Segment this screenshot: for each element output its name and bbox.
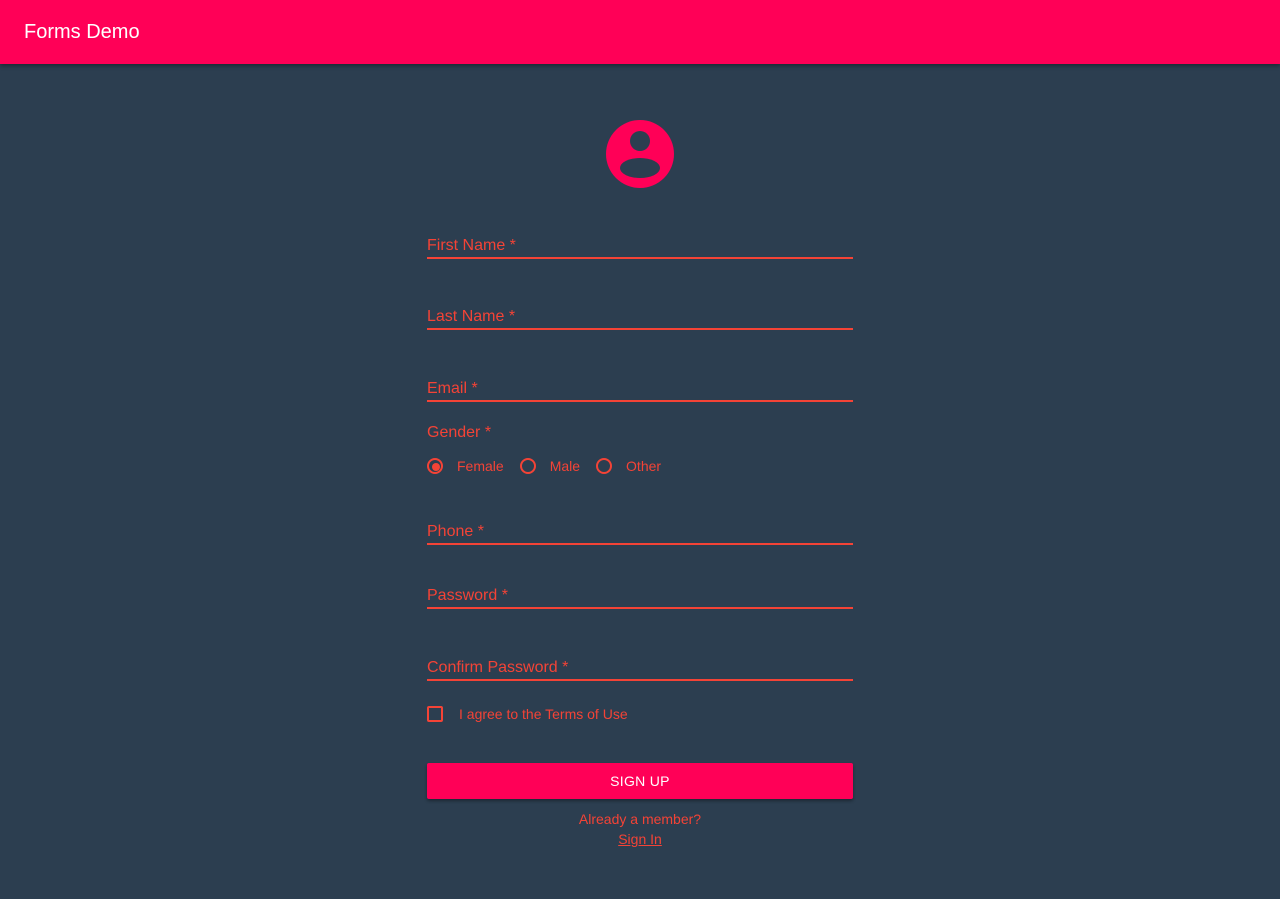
gender-radio-male[interactable]: Male xyxy=(519,458,581,474)
gender-label: Gender * xyxy=(427,424,492,441)
email-field[interactable]: Email * xyxy=(427,374,853,402)
signup-form: First Name * Last Name * Email * Gender … xyxy=(427,0,853,899)
phone-field[interactable]: Phone * xyxy=(427,517,853,545)
last-name-input[interactable] xyxy=(427,304,853,328)
radio-unchecked-icon[interactable] xyxy=(519,458,536,474)
signup-button[interactable]: SIGN UP xyxy=(427,763,853,799)
email-input[interactable] xyxy=(427,376,853,400)
gender-radio-group: Female Male Other xyxy=(427,455,677,477)
first-name-input[interactable] xyxy=(427,233,853,257)
gender-option-label: Other xyxy=(626,458,662,474)
radio-checked-icon[interactable] xyxy=(427,458,443,474)
gender-option-label: Male xyxy=(549,458,581,474)
confirm-password-input[interactable] xyxy=(427,655,853,679)
email-underline xyxy=(427,400,853,402)
app-bar: Forms Demo xyxy=(0,0,1280,64)
confirm-password-field[interactable]: Confirm Password * xyxy=(427,653,853,681)
terms-checkbox-row[interactable]: I agree to the Terms of Use xyxy=(427,703,628,725)
signin-link-wrapper: Sign In xyxy=(427,831,853,848)
password-underline xyxy=(427,607,853,609)
radio-unchecked-icon[interactable] xyxy=(596,458,613,474)
gender-option-label: Female xyxy=(457,458,504,474)
phone-underline xyxy=(427,543,853,545)
password-input[interactable] xyxy=(427,583,853,607)
first-name-underline xyxy=(427,257,853,259)
terms-label: I agree to the Terms of Use xyxy=(459,706,628,722)
terms-checkbox[interactable] xyxy=(427,706,443,722)
phone-input[interactable] xyxy=(427,519,853,543)
gender-radio-other[interactable]: Other xyxy=(596,458,661,474)
last-name-field[interactable]: Last Name * xyxy=(427,302,853,330)
password-field[interactable]: Password * xyxy=(427,581,853,609)
member-prompt: Already a member? xyxy=(578,811,702,827)
gender-radio-female[interactable]: Female xyxy=(427,458,504,474)
confirm-password-underline xyxy=(427,679,853,681)
app-title: Forms Demo xyxy=(24,21,140,43)
signin-link[interactable]: Sign In xyxy=(618,831,662,847)
first-name-field[interactable]: First Name * xyxy=(427,231,853,259)
last-name-underline xyxy=(427,328,853,330)
